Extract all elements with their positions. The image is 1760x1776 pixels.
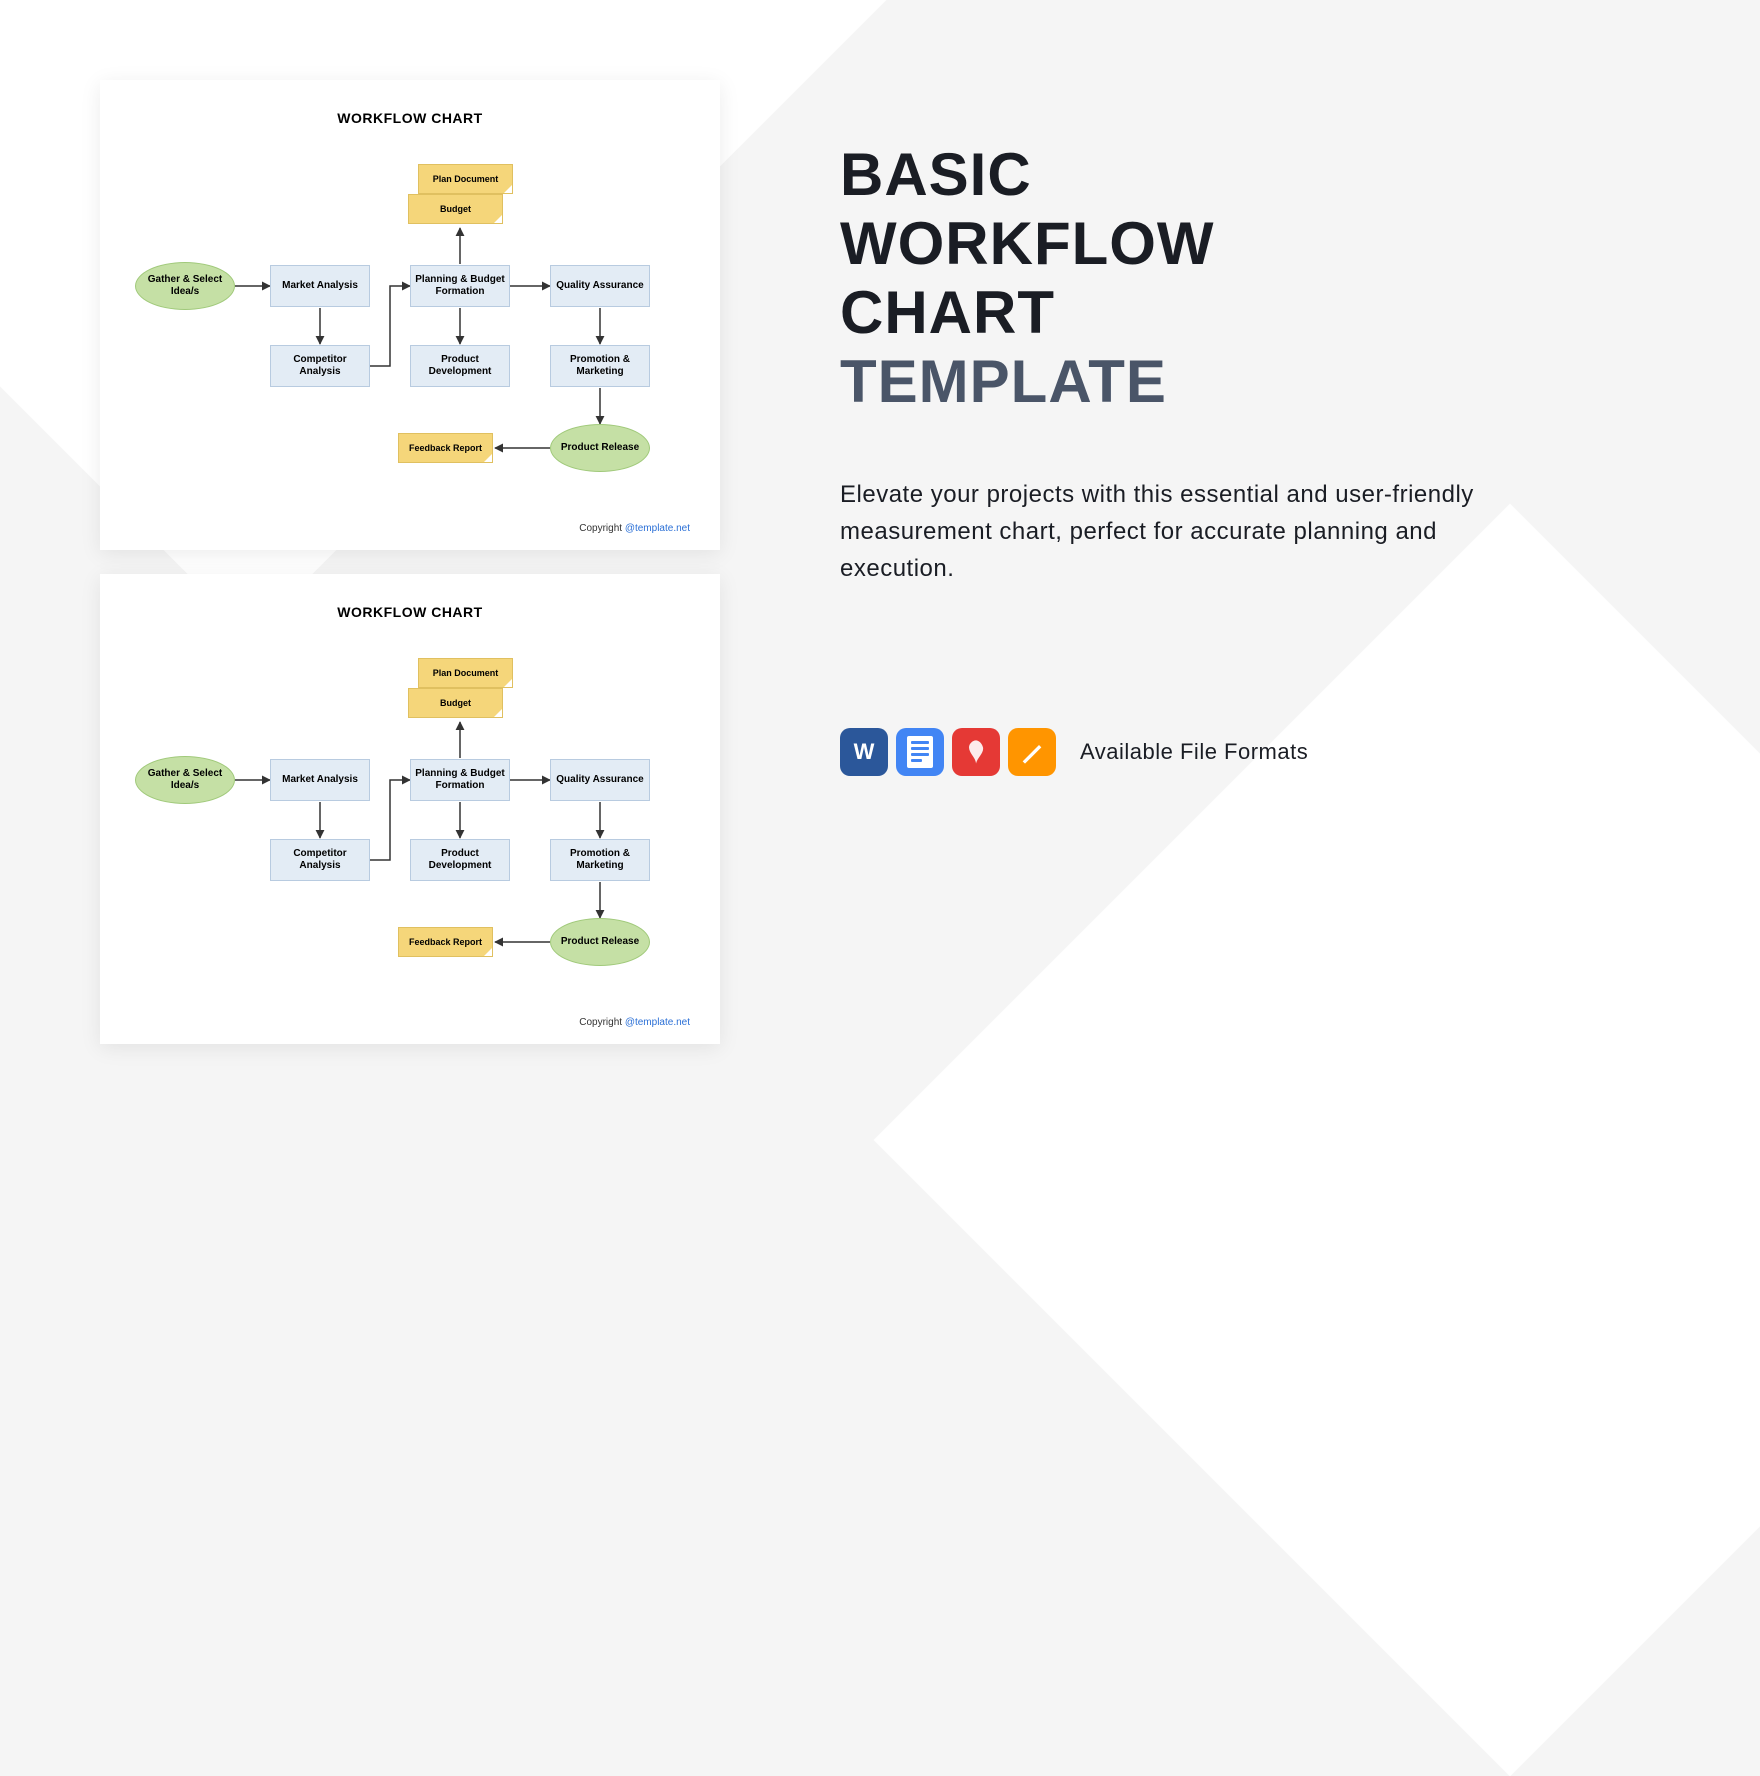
page-container: WORKFLOW CHART	[0, 0, 1760, 1140]
preview-column: WORKFLOW CHART	[100, 80, 720, 1044]
formats-label: Available File Formats	[1080, 739, 1308, 765]
pdf-icon	[952, 728, 1000, 776]
node-release: Product Release	[550, 424, 650, 472]
node-gather: Gather & Select Idea/s	[135, 262, 235, 310]
node-planning: Planning & Budget Formation	[410, 759, 510, 801]
file-formats-row: W Available File Formats	[840, 728, 1660, 776]
chart-title: WORKFLOW CHART	[130, 110, 690, 126]
node-plan-doc: Plan Document	[418, 658, 513, 688]
node-budget: Budget	[408, 688, 503, 718]
node-planning: Planning & Budget Formation	[410, 265, 510, 307]
word-glyph: W	[854, 739, 875, 765]
title-line-1: BASIC	[840, 141, 1032, 208]
node-promotion: Promotion & Marketing	[550, 839, 650, 881]
description: Elevate your projects with this essentia…	[840, 476, 1520, 588]
format-icons: W	[840, 728, 1056, 776]
copyright-prefix: Copyright	[579, 523, 625, 534]
node-feedback: Feedback Report	[398, 927, 493, 957]
node-market: Market Analysis	[270, 265, 370, 307]
node-competitor: Competitor Analysis	[270, 839, 370, 881]
node-gather: Gather & Select Idea/s	[135, 756, 235, 804]
node-market: Market Analysis	[270, 759, 370, 801]
chart-title: WORKFLOW CHART	[130, 604, 690, 620]
title-line-4: TEMPLATE	[840, 348, 1167, 415]
chart-canvas: Gather & Select Idea/s Market Analysis C…	[130, 640, 690, 1000]
node-quality: Quality Assurance	[550, 759, 650, 801]
workflow-chart-preview-1: WORKFLOW CHART	[100, 80, 720, 550]
workflow-chart-preview-2: WORKFLOW CHART Gather & Select Idea/s Ma…	[100, 574, 720, 1044]
info-column: BASIC WORKFLOW CHART TEMPLATE Elevate yo…	[840, 80, 1660, 776]
node-product-dev: Product Development	[410, 345, 510, 387]
copyright-link[interactable]: @template.net	[625, 523, 690, 534]
word-icon: W	[840, 728, 888, 776]
chart-canvas: Gather & Select Idea/s Market Analysis C…	[130, 146, 690, 506]
node-competitor: Competitor Analysis	[270, 345, 370, 387]
node-product-dev: Product Development	[410, 839, 510, 881]
node-plan-doc: Plan Document	[418, 164, 513, 194]
title-line-3: CHART	[840, 279, 1055, 346]
pages-icon	[1008, 728, 1056, 776]
node-quality: Quality Assurance	[550, 265, 650, 307]
title-line-2: WORKFLOW	[840, 210, 1215, 277]
copyright-prefix: Copyright	[579, 1017, 625, 1028]
copyright-link[interactable]: @template.net	[625, 1017, 690, 1028]
copyright: Copyright @template.net	[579, 523, 690, 534]
copyright: Copyright @template.net	[579, 1017, 690, 1028]
node-promotion: Promotion & Marketing	[550, 345, 650, 387]
google-docs-icon	[896, 728, 944, 776]
node-release: Product Release	[550, 918, 650, 966]
page-title: BASIC WORKFLOW CHART TEMPLATE	[840, 140, 1660, 416]
node-budget: Budget	[408, 194, 503, 224]
node-feedback: Feedback Report	[398, 433, 493, 463]
